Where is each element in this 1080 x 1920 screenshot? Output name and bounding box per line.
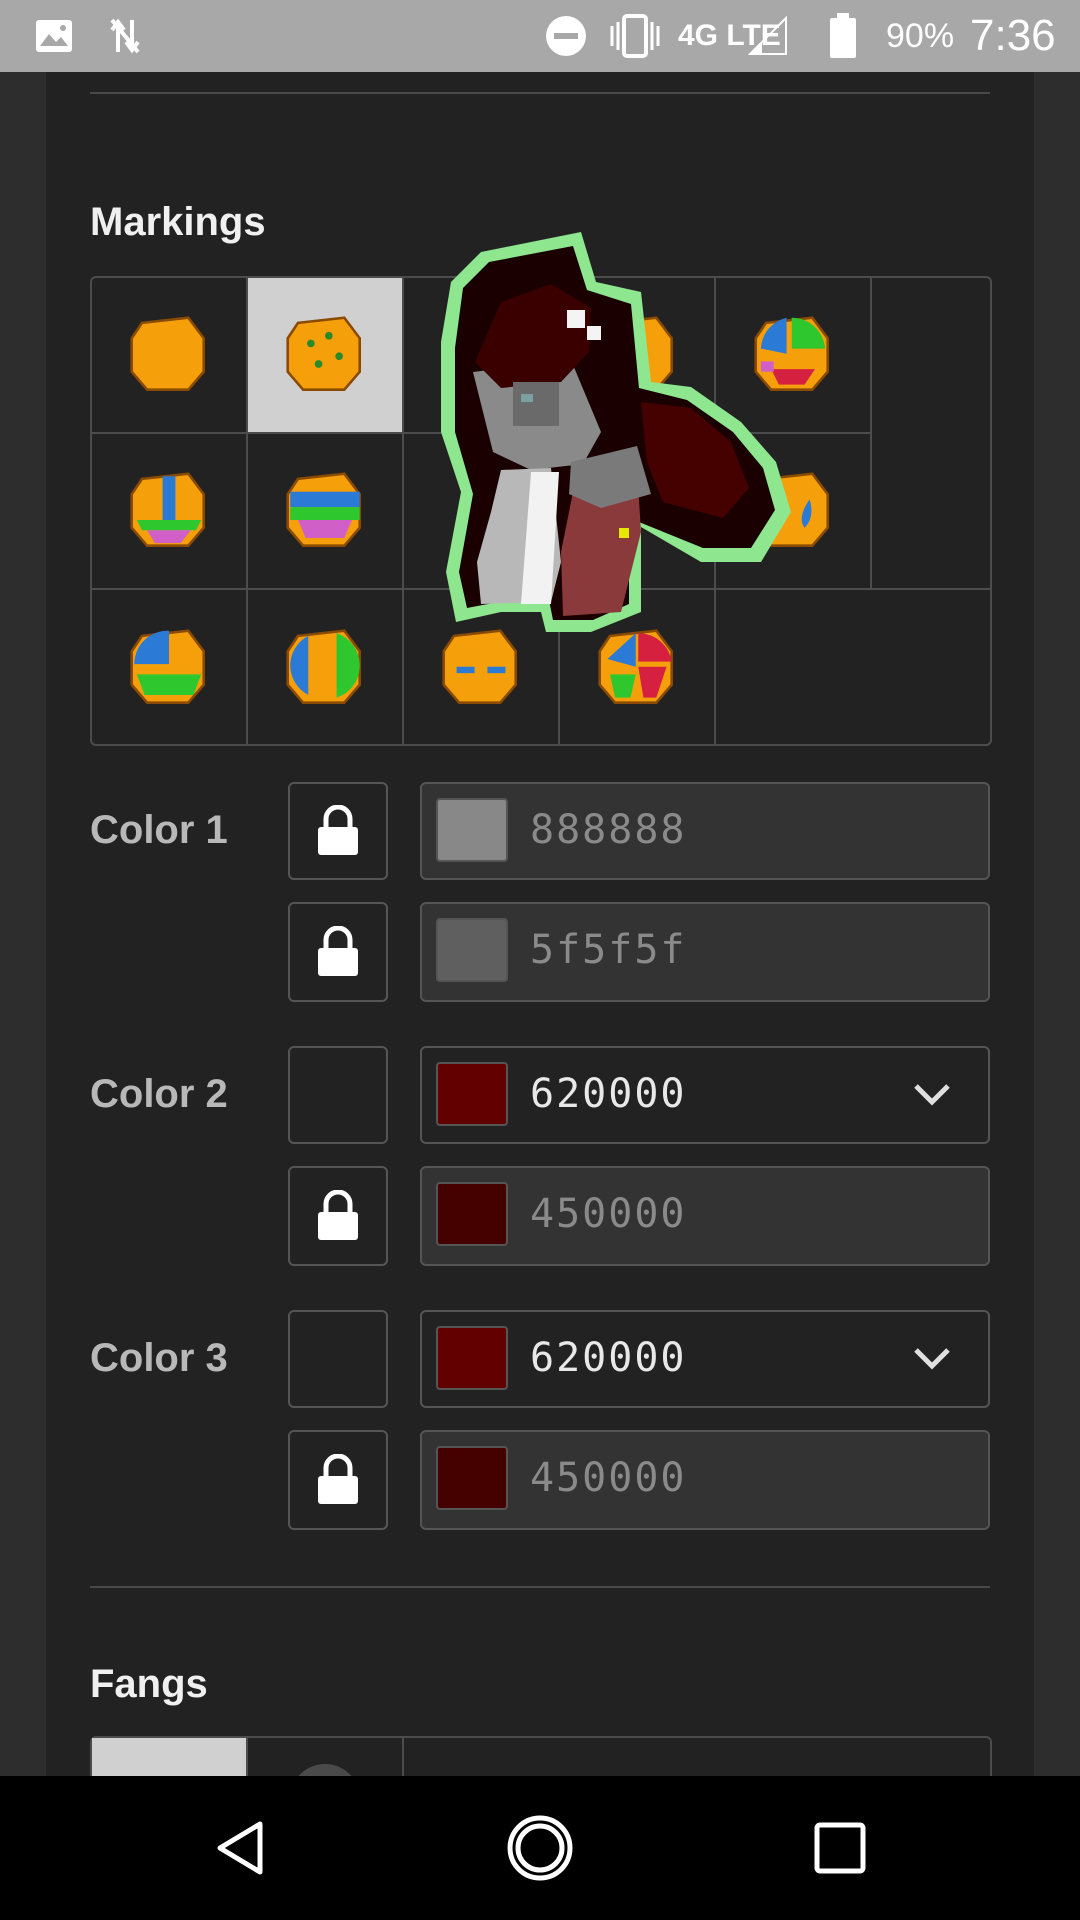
markings-grid-empty-cell xyxy=(872,278,990,590)
markings-title: Markings xyxy=(90,200,266,244)
back-icon xyxy=(217,1821,263,1875)
marking-stripe-pink-green-icon xyxy=(130,472,205,547)
fangs-grid[interactable] xyxy=(90,1736,992,1776)
lock-toggle-button[interactable] xyxy=(288,1166,388,1266)
fangs-title: Fangs xyxy=(90,1662,208,1706)
vibrate-icon xyxy=(608,0,662,72)
lock-toggle-button[interactable] xyxy=(288,1046,388,1144)
lock-icon xyxy=(318,805,358,855)
lock-icon xyxy=(318,1190,358,1240)
lock-icon xyxy=(318,1454,358,1504)
marking-option[interactable] xyxy=(248,434,404,590)
marking-option[interactable] xyxy=(92,434,248,590)
status-bar: 4G LTE 90% 7:36 xyxy=(0,0,1080,72)
fang-option-none[interactable] xyxy=(92,1738,248,1776)
editor-panel[interactable]: Markings Color 1 888888 5f5f5f Color 2 62000… xyxy=(46,72,1034,1776)
back-button[interactable] xyxy=(170,1776,310,1920)
color-label: Color 1 xyxy=(90,808,228,852)
fang-option-1[interactable] xyxy=(248,1738,404,1776)
marking-bands-icon xyxy=(286,472,361,547)
home-button[interactable] xyxy=(470,1776,610,1920)
recents-button[interactable] xyxy=(770,1776,910,1920)
color-hex-value: 450000 xyxy=(530,1191,687,1237)
lock-toggle-button[interactable] xyxy=(288,782,388,880)
navigation-bar xyxy=(0,1776,1080,1920)
signal-icon xyxy=(748,0,788,72)
marking-split-icon xyxy=(130,629,205,704)
color-swatch[interactable] xyxy=(436,1062,508,1126)
color-swatch xyxy=(436,1446,508,1510)
color-dropdown-toggle[interactable] xyxy=(912,1340,952,1380)
marking-option[interactable] xyxy=(248,278,404,434)
chevron-down-icon xyxy=(914,1084,950,1106)
clock: 7:36 xyxy=(970,11,1056,60)
color-hex-field[interactable]: 620000 xyxy=(420,1046,990,1144)
pony-preview xyxy=(441,232,791,632)
color-hex-field: 450000 xyxy=(420,1430,990,1530)
color-hex-value: 888888 xyxy=(530,807,687,853)
battery-percent: 90% xyxy=(886,16,955,55)
lock-toggle-button[interactable] xyxy=(288,1310,388,1408)
gallery-icon xyxy=(34,0,74,72)
chevron-down-icon xyxy=(914,1348,950,1370)
marking-spots-icon xyxy=(286,316,361,391)
marking-option[interactable] xyxy=(248,590,404,746)
lock-icon xyxy=(318,926,358,976)
color-hex-value: 450000 xyxy=(530,1455,687,1501)
marking-none-icon xyxy=(130,316,205,391)
color-hex-field: 888888 xyxy=(420,782,990,880)
home-icon xyxy=(507,1815,573,1881)
color-hex-field: 450000 xyxy=(420,1166,990,1266)
color-label: Color 3 xyxy=(90,1336,228,1380)
color-swatch xyxy=(436,918,508,982)
color-hex-value: 620000 xyxy=(530,1071,687,1117)
color-label: Color 2 xyxy=(90,1072,228,1116)
color-swatch xyxy=(436,1182,508,1246)
fang-icon xyxy=(290,1764,360,1776)
battery-icon xyxy=(828,0,858,72)
section-divider xyxy=(90,1586,990,1588)
section-divider xyxy=(90,92,990,94)
color-hex-field[interactable]: 620000 xyxy=(420,1310,990,1408)
lock-toggle-button[interactable] xyxy=(288,1430,388,1530)
color-swatch[interactable] xyxy=(436,1326,508,1390)
data-off-icon xyxy=(108,0,142,72)
do-not-disturb-icon xyxy=(544,0,588,72)
lock-toggle-button[interactable] xyxy=(288,902,388,1002)
color-hex-field: 5f5f5f xyxy=(420,902,990,1002)
color-hex-value: 5f5f5f xyxy=(530,927,687,973)
marking-option[interactable] xyxy=(92,590,248,746)
color-swatch xyxy=(436,798,508,862)
marking-vertical-split-icon xyxy=(286,629,361,704)
marking-option[interactable] xyxy=(92,278,248,434)
recents-icon xyxy=(814,1822,866,1874)
color-dropdown-toggle[interactable] xyxy=(912,1076,952,1116)
color-hex-value: 620000 xyxy=(530,1335,687,1381)
